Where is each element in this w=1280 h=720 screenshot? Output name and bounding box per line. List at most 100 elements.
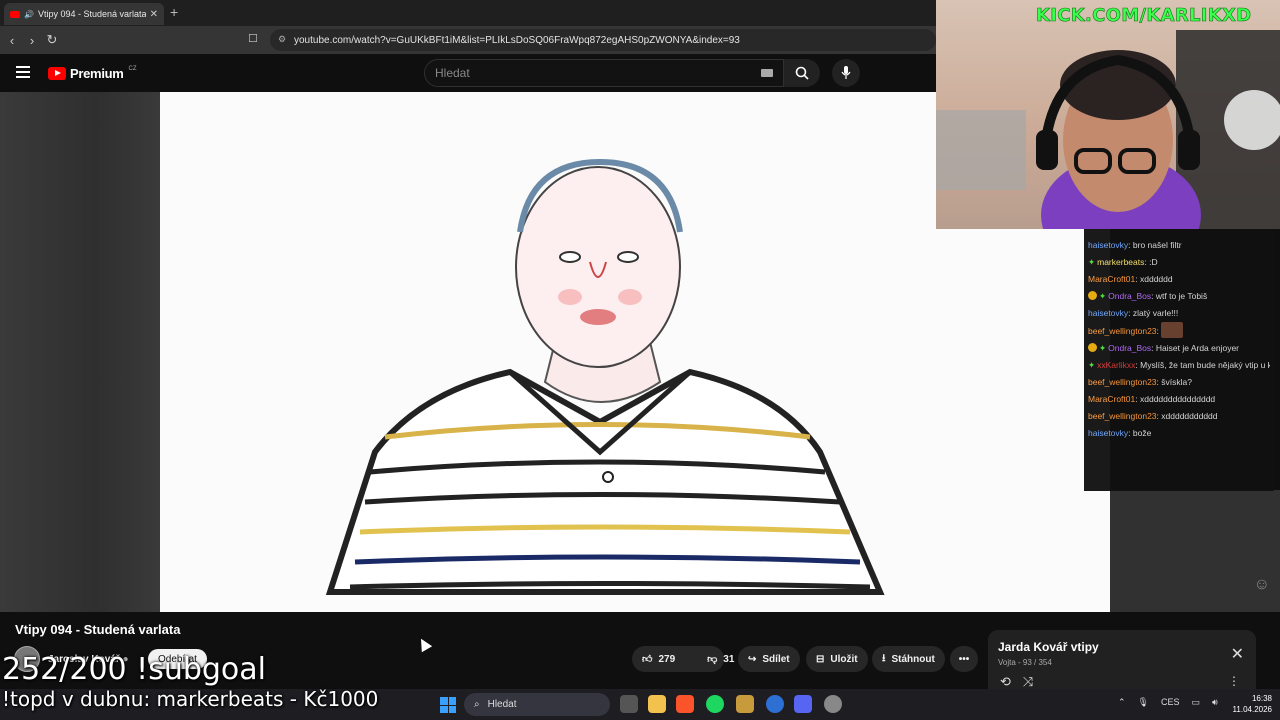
voice-search-button[interactable] (832, 59, 860, 87)
menu-icon[interactable] (16, 66, 30, 81)
plus-icon[interactable]: + (170, 4, 178, 20)
search-placeholder: Hledat (435, 66, 470, 80)
reload-icon[interactable]: ↻ (42, 32, 62, 48)
subgoal-overlay: 252/200 !subgoal (2, 652, 266, 687)
chat-username[interactable]: beef_wellington23 (1088, 377, 1157, 387)
chat-text: wtf to je Tobiš (1155, 291, 1208, 301)
forward-icon[interactable]: › (22, 33, 42, 48)
playlist-title[interactable]: Jarda Kovář vtipy (998, 640, 1246, 654)
search-button[interactable] (784, 59, 820, 87)
chat-text: švískla? (1161, 377, 1192, 387)
bookmark-add-icon: ⊟ (816, 653, 825, 665)
shuffle-icon[interactable]: ⤨ (1023, 674, 1033, 690)
like-count: 279 (658, 653, 676, 665)
video-title: Vtipy 094 - Studená varlata (15, 622, 181, 637)
microphone-icon[interactable]: 🎙︎ (1138, 697, 1149, 708)
logo-text: Premium (70, 66, 124, 81)
youtube-play-icon (48, 67, 66, 80)
site-info-icon[interactable]: ⚙ (278, 34, 286, 45)
ccleaner-icon[interactable] (766, 695, 784, 713)
share-button[interactable]: ↪ Sdílet (738, 646, 800, 672)
chat-message: beef_wellington23: (1088, 322, 1270, 340)
top-donation-overlay: !topd v dubnu: markerbeats - Kč1000 (2, 687, 379, 711)
chat-message: MaraCroft01: xdddddd (1088, 271, 1270, 288)
speaker-icon: 🔊 (24, 9, 34, 19)
more-actions-button[interactable]: ••• (950, 646, 978, 672)
close-tab-icon[interactable]: ✕ (150, 9, 158, 20)
chat-username[interactable]: Ondra_Bos (1108, 291, 1151, 301)
gem-badge-icon: ✦ (1099, 291, 1107, 301)
chat-message: haisetovky: bože (1088, 425, 1270, 442)
keyboard-icon[interactable] (761, 69, 773, 77)
chat-text: :D (1149, 257, 1158, 267)
logo-region: CZ (128, 66, 137, 72)
search-input[interactable]: Hledat (424, 59, 784, 87)
chat-text: bože (1132, 428, 1152, 438)
chat-message: MaraCroft01: xddddddddddddddd (1088, 391, 1270, 408)
subscriber-badge-icon (1088, 343, 1097, 352)
like-button[interactable]: 👍︎ 279 (632, 653, 685, 666)
chat-username[interactable]: haisetovky (1088, 428, 1128, 438)
discord-icon[interactable] (794, 695, 812, 713)
chat-message: haisetovky: bro našel filtr (1088, 237, 1270, 254)
bookmark-icon[interactable]: ☐ (248, 32, 258, 45)
settings-icon[interactable] (824, 695, 842, 713)
chat-text: Myslíš, že tam bude nějaký vtip u kteréh… (1140, 360, 1270, 370)
close-icon[interactable]: ✕ (1231, 644, 1244, 664)
right-background: ☺ (1110, 490, 1280, 612)
search-icon (795, 66, 809, 80)
kebab-menu-icon[interactable]: ⋮ (1228, 674, 1240, 688)
url-field[interactable]: ⚙ youtube.com/watch?v=GuUKkBFt1iM&list=P… (270, 29, 936, 51)
chat-message: ✦ Ondra_Bos: wtf to je Tobiš (1088, 288, 1270, 305)
language-indicator[interactable]: CES (1161, 697, 1180, 708)
download-icon: ⭳ (882, 652, 886, 664)
chat-message: beef_wellington23: xddddddddddd (1088, 408, 1270, 425)
gem-badge-icon: ✦ (1088, 257, 1096, 267)
file-explorer-icon[interactable] (648, 695, 666, 713)
stream-chat: haisetovky: bro našel filtr ✦ markerbeats:… (1084, 229, 1274, 491)
url-text: youtube.com/watch?v=GuUKkBFt1iM&list=PLI… (294, 34, 740, 46)
chat-username[interactable]: markerbeats (1097, 257, 1144, 267)
taskbar-search-label: Hledat (487, 699, 517, 710)
system-tray: ⌃ 🎙︎ CES ▭ 🔊︎ (1118, 697, 1218, 708)
thumbs-up-icon: 👍︎ (642, 654, 653, 665)
back-icon[interactable]: ‹ (2, 33, 22, 48)
chat-username[interactable]: beef_wellington23 (1088, 411, 1157, 421)
chat-username[interactable]: MaraCroft01 (1088, 394, 1135, 404)
chevron-up-icon[interactable]: ⌃ (1118, 697, 1126, 708)
brave-browser-icon[interactable] (676, 695, 694, 713)
network-icon[interactable]: ▭ (1192, 697, 1201, 708)
browser-tab[interactable]: 🔊 Vtipy 094 - Studená varlata - ✕ (4, 3, 164, 25)
taskbar-search[interactable]: ⌕ Hledat (464, 693, 610, 716)
chat-text: bro našel filtr (1132, 240, 1182, 250)
download-button[interactable]: ⭳ Stáhnout (872, 646, 945, 672)
save-button[interactable]: ⊟ Uložit (806, 646, 868, 672)
gem-badge-icon: ✦ (1088, 360, 1096, 370)
document-app-icon[interactable] (736, 695, 754, 713)
thumbs-down-icon: 👎︎ (707, 654, 718, 665)
loop-icon[interactable]: ⟲ (1000, 674, 1011, 690)
chat-username[interactable]: Ondra_Bos (1108, 343, 1151, 353)
spotify-icon[interactable] (706, 695, 724, 713)
chat-emote-image (1161, 322, 1184, 338)
playlist-position: Vojta - 93 / 354 (998, 658, 1052, 667)
youtube-logo[interactable]: Premium CZ (48, 66, 137, 81)
gem-badge-icon: ✦ (1099, 343, 1107, 353)
chat-username[interactable]: haisetovky (1088, 308, 1128, 318)
webcam-feed-image (936, 0, 1280, 229)
chat-message: ✦ Ondra_Bos: Haiset je Arda enjoyer (1088, 340, 1270, 357)
left-background (0, 92, 160, 612)
task-view-icon[interactable] (620, 695, 638, 713)
tab-title: Vtipy 094 - Studená varlata - (37, 9, 146, 19)
dislike-count: 31 (723, 653, 735, 665)
chat-username[interactable]: xxKarlikxx (1097, 360, 1135, 370)
taskbar-clock[interactable]: 16:38 11.04.2026 (1226, 693, 1272, 715)
like-dislike-group: 👍︎ 279 👎︎ 31 (632, 646, 734, 672)
chat-username[interactable]: MaraCroft01 (1088, 274, 1135, 284)
chat-username[interactable]: beef_wellington23 (1088, 326, 1157, 336)
chat-username[interactable]: haisetovky (1088, 240, 1128, 250)
streamer-webcam-image (936, 30, 1280, 229)
kick-channel-overlay: KICK.COM/KARLIKXD (1036, 5, 1252, 27)
windows-start-icon[interactable] (440, 697, 456, 713)
volume-icon[interactable]: 🔊︎ (1212, 697, 1218, 708)
